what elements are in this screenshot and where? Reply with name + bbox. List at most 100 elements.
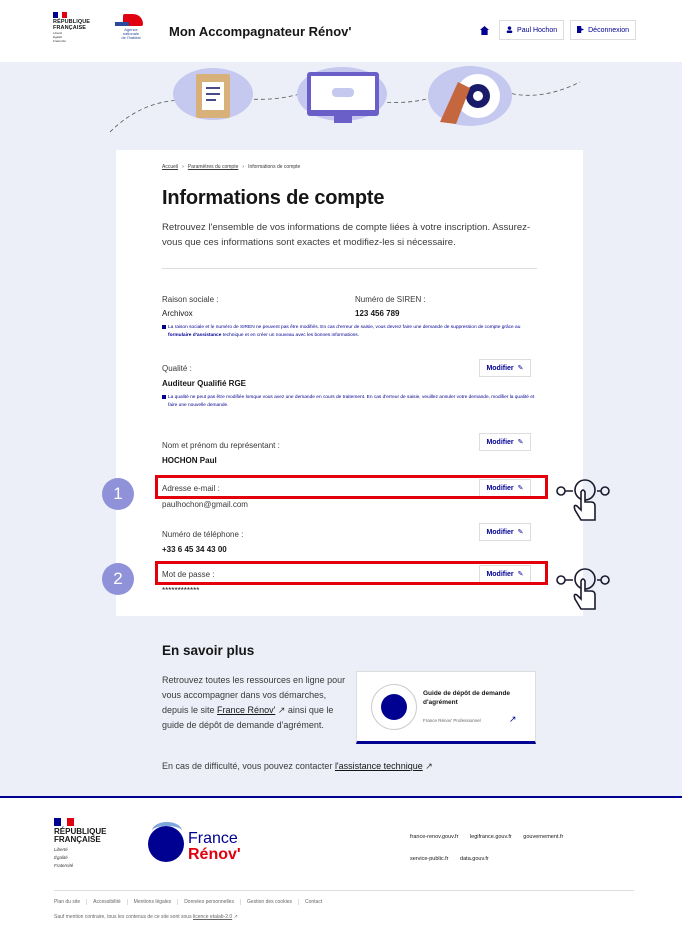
footer-bottom-link[interactable]: Contact bbox=[299, 899, 328, 905]
modify-label: Modifier bbox=[486, 438, 514, 446]
licence-text-start: Sauf mention contraire, tous les contenu… bbox=[54, 914, 193, 920]
republique-francaise-logo[interactable]: RÉPUBLIQUE FRANÇAISE Liberté Égalité Fra… bbox=[53, 12, 90, 43]
footer-bottom-link[interactable]: Accessibilité bbox=[87, 899, 128, 905]
footer-link[interactable]: gouvernement.fr bbox=[523, 834, 563, 840]
home-icon[interactable] bbox=[475, 20, 493, 40]
france-renov-badge-icon bbox=[371, 684, 417, 730]
assistance-link[interactable]: l'assistance technique bbox=[335, 761, 423, 771]
siren-info-text: La raison sociale et le numéro de SIREN … bbox=[168, 325, 521, 330]
footer-link[interactable]: service-public.fr bbox=[410, 856, 449, 862]
representant-value: HOCHON Paul bbox=[162, 456, 217, 465]
footer-rf-title-2: FRANÇAISE bbox=[54, 835, 101, 844]
divider bbox=[162, 268, 537, 269]
qualite-label: Qualité : bbox=[162, 364, 192, 373]
licence-link[interactable]: licence etalab-2.0 bbox=[193, 914, 232, 920]
logout-label: Déconnexion bbox=[588, 26, 629, 34]
footer-link[interactable]: legifrance.gouv.fr bbox=[470, 834, 512, 840]
siren-info-notice: La raison sociale et le numéro de SIREN … bbox=[162, 324, 537, 340]
france-renov-link[interactable]: France Rénov' bbox=[217, 705, 275, 715]
footer-bottom-links: Plan du site Accessibilité Mentions léga… bbox=[54, 890, 634, 905]
brand-renov: Rénov' bbox=[188, 846, 241, 863]
telephone-label: Numéro de téléphone : bbox=[162, 530, 244, 539]
logout-icon bbox=[577, 25, 585, 35]
user-icon bbox=[506, 25, 513, 35]
guide-title: Guide de dépôt de demande d'agrément bbox=[423, 690, 511, 706]
external-link-icon: ↗ bbox=[233, 914, 238, 920]
breadcrumb-separator-icon: › bbox=[242, 164, 245, 170]
click-hand-icon bbox=[556, 568, 610, 610]
footer-bottom-link[interactable]: Plan du site bbox=[54, 899, 88, 905]
learn-more-text: Retrouvez toutes les ressources en ligne… bbox=[162, 673, 347, 733]
qualite-info-text: La qualité ne peut pas être modifiée lor… bbox=[168, 395, 535, 408]
qualite-value: Auditeur Qualifié RGE bbox=[162, 379, 247, 388]
footer-republique-logo[interactable]: RÉPUBLIQUE FRANÇAISE Liberté Égalité Fra… bbox=[54, 818, 134, 868]
contact-text-start: En cas de difficulté, vous pouvez contac… bbox=[162, 761, 335, 771]
learn-more-section: En savoir plus Retrouvez toutes les ress… bbox=[0, 616, 682, 796]
learn-more-title: En savoir plus bbox=[162, 643, 255, 658]
footer-rf-motto-2: Égalité bbox=[54, 855, 68, 860]
french-flag-icon bbox=[53, 12, 68, 18]
licence-text: Sauf mention contraire, tous les contenu… bbox=[54, 914, 238, 920]
password-value: ************ bbox=[162, 586, 200, 595]
click-hand-icon bbox=[556, 479, 610, 521]
page-title: Informations de compte bbox=[162, 187, 385, 209]
anah-logo[interactable]: Agence nationale de l'habitat bbox=[115, 14, 147, 48]
footer-bottom-link[interactable]: Gestion des cookies bbox=[241, 899, 299, 905]
modify-qualite-button[interactable]: Modifier ✎ bbox=[479, 359, 531, 377]
hero-background: Accueil › Paramètres du compte › Informa… bbox=[0, 62, 682, 618]
page-intro: Retrouvez l'ensemble de vos informations… bbox=[162, 222, 531, 248]
footer-rf-motto-1: Liberté bbox=[54, 847, 68, 852]
pencil-icon: ✎ bbox=[517, 529, 524, 536]
breadcrumb-current: Informations de compte bbox=[248, 164, 301, 170]
site-header: RÉPUBLIQUE FRANÇAISE Liberté Égalité Fra… bbox=[51, 0, 636, 62]
step-1-badge: 1 bbox=[102, 478, 134, 510]
anah-logo-shape bbox=[115, 14, 143, 26]
breadcrumb-home-link[interactable]: Accueil bbox=[162, 164, 178, 170]
pencil-icon: ✎ bbox=[517, 365, 524, 372]
representant-label: Nom et prénom du représentant : bbox=[162, 441, 280, 450]
footer-links: france-renov.gouv.fr legifrance.gouv.fr … bbox=[410, 826, 650, 870]
raison-sociale-value: Archivox bbox=[162, 309, 193, 318]
header-actions: Paul Hochon Déconnexion bbox=[475, 20, 636, 40]
qualite-info-notice: La qualité ne peut pas être modifiée lor… bbox=[162, 394, 537, 410]
footer-bottom-link[interactable]: Mentions légales bbox=[128, 899, 179, 905]
siren-value: 123 456 789 bbox=[355, 309, 400, 318]
info-icon bbox=[162, 325, 166, 329]
assistance-form-link[interactable]: formulaire d'assistance bbox=[168, 333, 221, 338]
guide-card[interactable]: Guide de dépôt de demande d'agrément Fra… bbox=[356, 671, 536, 744]
modify-telephone-button[interactable]: Modifier ✎ bbox=[479, 523, 531, 541]
site-footer: RÉPUBLIQUE FRANÇAISE Liberté Égalité Fra… bbox=[0, 796, 682, 927]
user-account-button[interactable]: Paul Hochon bbox=[499, 20, 565, 40]
password-highlight-box bbox=[155, 561, 548, 585]
email-value: paulhochon@gmail.com bbox=[162, 500, 248, 509]
raison-sociale-label: Raison sociale : bbox=[162, 295, 219, 304]
site-title[interactable]: Mon Accompagnateur Rénov' bbox=[169, 24, 351, 39]
footer-link[interactable]: france-renov.gouv.fr bbox=[410, 834, 458, 840]
modify-representant-button[interactable]: Modifier ✎ bbox=[479, 433, 531, 451]
footer-bottom-link[interactable]: Données personnelles bbox=[178, 899, 241, 905]
guide-subtitle: France Rénov' Professionnel bbox=[423, 718, 481, 723]
external-link-icon: ↗ bbox=[425, 761, 433, 771]
footer-link[interactable]: data.gouv.fr bbox=[460, 856, 489, 862]
breadcrumb-params-link[interactable]: Paramètres du compte bbox=[188, 164, 239, 170]
contact-text: En cas de difficulté, vous pouvez contac… bbox=[162, 761, 433, 772]
logout-button[interactable]: Déconnexion bbox=[570, 20, 636, 40]
modify-label: Modifier bbox=[486, 364, 514, 372]
email-highlight-box bbox=[155, 475, 548, 499]
modify-label: Modifier bbox=[486, 528, 514, 536]
breadcrumb: Accueil › Paramètres du compte › Informa… bbox=[162, 164, 300, 170]
pencil-icon: ✎ bbox=[517, 439, 524, 446]
step-2-badge: 2 bbox=[102, 563, 134, 595]
user-label: Paul Hochon bbox=[517, 26, 558, 34]
france-renov-logo-icon bbox=[148, 822, 184, 862]
external-link-icon: ↗ bbox=[509, 714, 517, 724]
french-flag-icon bbox=[54, 818, 75, 826]
telephone-value: +33 6 45 34 43 00 bbox=[162, 545, 227, 554]
rf-motto-3: Fraternité bbox=[53, 39, 66, 43]
siren-info-text-end: technique et en créer un nouveau avec le… bbox=[221, 333, 360, 338]
anah-text-3: de l'habitat bbox=[121, 35, 141, 40]
footer-rf-motto-3: Fraternité bbox=[54, 863, 74, 868]
siren-label: Numéro de SIREN : bbox=[355, 295, 426, 304]
breadcrumb-separator-icon: › bbox=[182, 164, 184, 170]
account-info-card: Accueil › Paramètres du compte › Informa… bbox=[116, 150, 583, 618]
